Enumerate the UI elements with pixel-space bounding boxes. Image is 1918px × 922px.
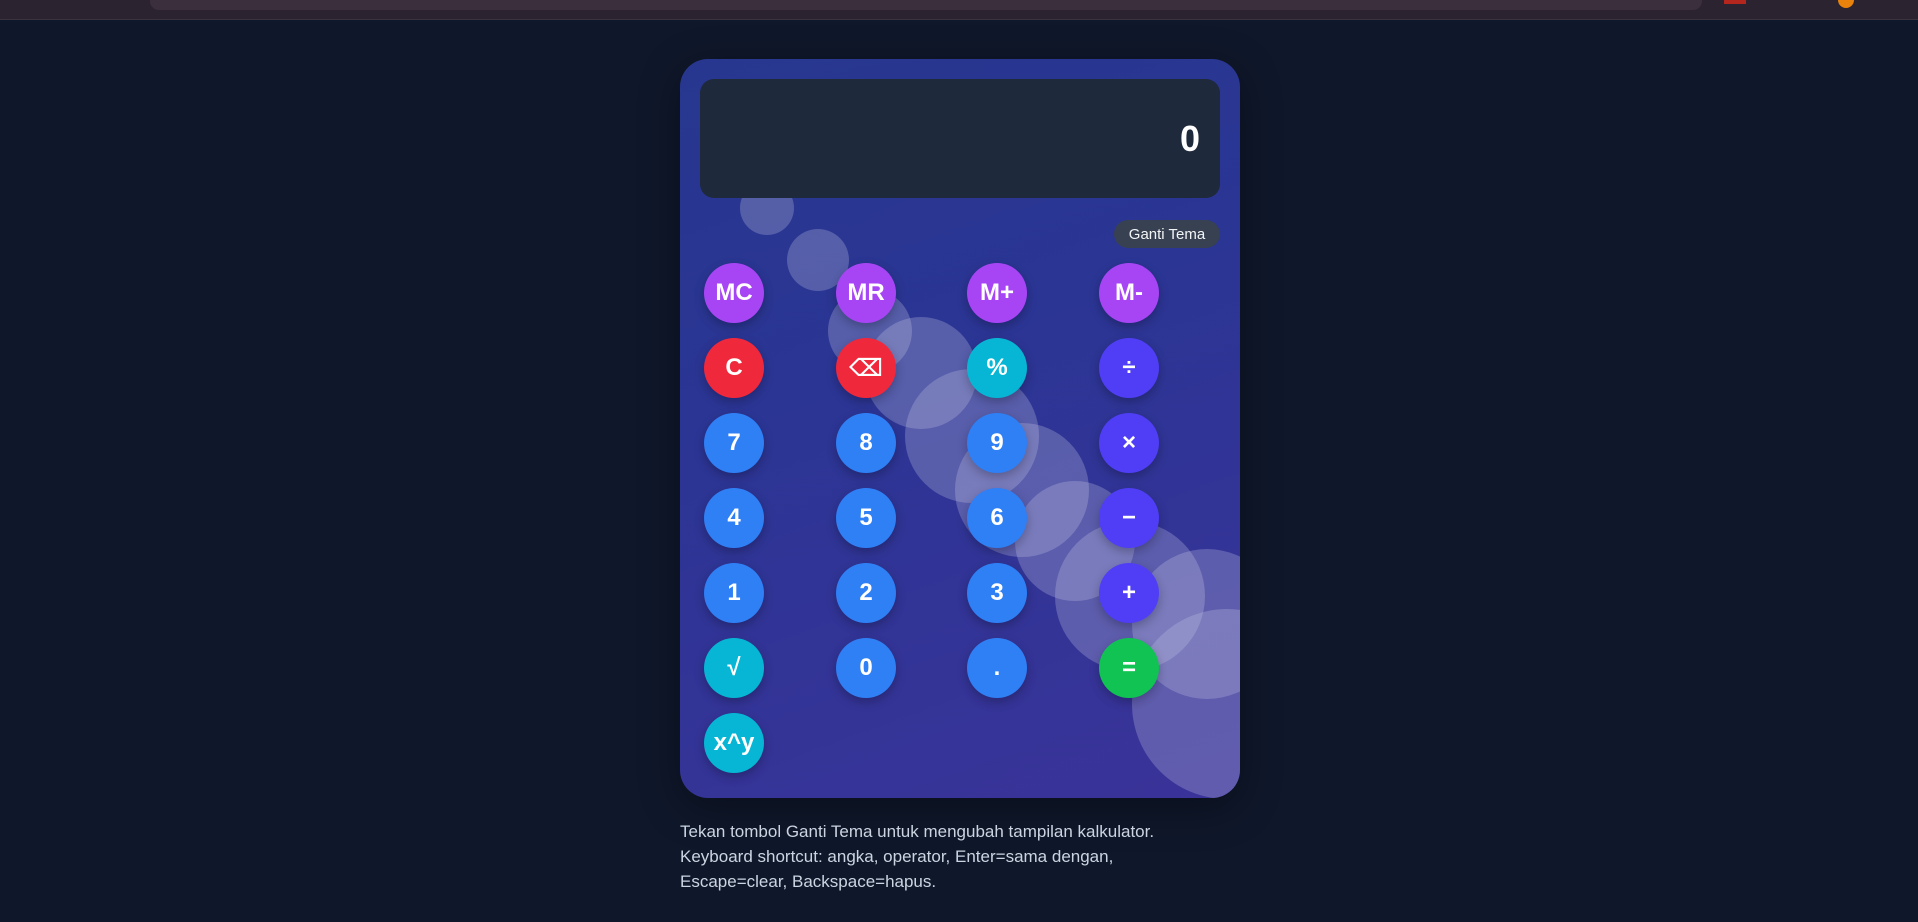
square-root-button[interactable]: √	[704, 638, 764, 698]
memory-subtract-button[interactable]: M-	[1099, 263, 1159, 323]
display-value: 0	[1179, 117, 1200, 159]
address-bar[interactable]	[150, 0, 1702, 10]
decimal-point-button[interactable]: .	[967, 638, 1027, 698]
help-text: Tekan tombol Ganti Tema untuk mengubah t…	[680, 819, 1240, 894]
help-line-3: Escape=clear, Backspace=hapus.	[680, 872, 937, 891]
memory-add-button[interactable]: M+	[967, 263, 1027, 323]
help-line-2: Keyboard shortcut: angka, operator, Ente…	[680, 847, 1114, 866]
digit-6-button[interactable]: 6	[967, 488, 1027, 548]
calculator-display: 0	[700, 79, 1220, 198]
digit-1-button[interactable]: 1	[704, 563, 764, 623]
profile-icon[interactable]	[1838, 0, 1854, 8]
change-theme-button[interactable]: Ganti Tema	[1114, 220, 1220, 248]
power-button[interactable]: x^y	[704, 713, 764, 773]
browser-toolbar	[0, 0, 1918, 20]
calculator: 0 Ganti Tema MC MR M+ M- C ⌫ % ÷ 7 8 9 ×…	[680, 59, 1240, 798]
digit-3-button[interactable]: 3	[967, 563, 1027, 623]
clear-button[interactable]: C	[704, 338, 764, 398]
backspace-button[interactable]: ⌫	[836, 338, 896, 398]
digit-8-button[interactable]: 8	[836, 413, 896, 473]
help-line-1: Tekan tombol Ganti Tema untuk mengubah t…	[680, 822, 1155, 841]
digit-7-button[interactable]: 7	[704, 413, 764, 473]
add-button[interactable]: +	[1099, 563, 1159, 623]
digit-5-button[interactable]: 5	[836, 488, 896, 548]
subtract-button[interactable]: −	[1099, 488, 1159, 548]
multiply-button[interactable]: ×	[1099, 413, 1159, 473]
percent-button[interactable]: %	[967, 338, 1027, 398]
digit-4-button[interactable]: 4	[704, 488, 764, 548]
digit-9-button[interactable]: 9	[967, 413, 1027, 473]
divide-button[interactable]: ÷	[1099, 338, 1159, 398]
digit-0-button[interactable]: 0	[836, 638, 896, 698]
equals-button[interactable]: =	[1099, 638, 1159, 698]
memory-recall-button[interactable]: MR	[836, 263, 896, 323]
memory-clear-button[interactable]: MC	[704, 263, 764, 323]
digit-2-button[interactable]: 2	[836, 563, 896, 623]
extension-icon[interactable]	[1724, 0, 1746, 4]
